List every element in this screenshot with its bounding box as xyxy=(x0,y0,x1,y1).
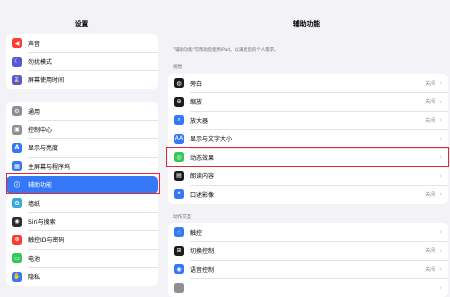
settings-sidebar: 设置 ◀ 声音 ☾ 勿扰模式 ⌛ 屏幕使用时间 ⚙ 通用 ▣ 控制中心 A 显示与亮度 ▦ 主屏幕与程序… xyxy=(0,0,164,284)
chevron-right-icon: › xyxy=(439,135,442,143)
accessibility-icon: ⓘ xyxy=(12,180,22,190)
settings-row-label: 朗读内容 xyxy=(190,171,435,180)
settings-row-voiceover[interactable]: ◍ 旁白关闭 › xyxy=(168,74,448,93)
settings-row-value: 关闭 xyxy=(425,117,435,124)
settings-row-label: 旁白 xyxy=(190,79,425,88)
motion-icon: ◎ xyxy=(174,152,184,162)
sidebar-item-fingerprint[interactable]: ⊛ 触控ID与密码 xyxy=(6,231,158,249)
sidebar-item-label: 隐私 xyxy=(28,272,158,281)
settings-row-label: 缩放 xyxy=(190,97,425,106)
settings-row-magnifier[interactable]: ⌕ 放大器关闭 › xyxy=(168,111,448,130)
sidebar-group-2: ⚙ 通用 ▣ 控制中心 A 显示与亮度 ▦ 主屏幕与程序坞 ⓘ 辅助功能 ✿ 墙纸 ◉ Siri与搜索 ⊛ 触… xyxy=(6,102,158,286)
sidebar-item-moon[interactable]: ☾ 勿扰模式 xyxy=(6,52,158,70)
sidebar-item-label: 电池 xyxy=(28,254,158,263)
chevron-right-icon: › xyxy=(439,190,442,198)
voiceover-icon: ◍ xyxy=(174,78,184,88)
sidebar-item-label: 主屏幕与程序坞 xyxy=(28,162,158,171)
sidebar-item-label: 勿扰模式 xyxy=(28,57,158,66)
sidebar-item-label: 屏幕使用时间 xyxy=(28,75,158,84)
extra-icon xyxy=(174,283,184,293)
settings-row-extra[interactable]: › xyxy=(168,279,448,297)
section-header-touch: 动作交互 xyxy=(173,214,191,220)
settings-row-audio-description[interactable]: ❝ 口述影像关闭 › xyxy=(168,185,448,204)
display-icon: A xyxy=(12,143,22,153)
sidebar-group-1: ◀ 声音 ☾ 勿扰模式 ⌛ 屏幕使用时间 xyxy=(6,34,158,89)
settings-row-zoom[interactable]: ⊕ 缩放关闭 › xyxy=(168,93,448,112)
settings-row-value: 关闭 xyxy=(425,80,435,87)
chevron-right-icon: › xyxy=(439,116,442,124)
speaker-icon: ◀ xyxy=(12,38,22,48)
home-screen-icon: ▦ xyxy=(12,161,22,171)
accessibility-panel: 辅助功能 "辅助功能"可帮助您使用iPad。以满足您的个人需求。 视觉 ◍旁白关… xyxy=(163,0,450,284)
sidebar-item-label: 通用 xyxy=(28,107,158,116)
touch-group: ☝触控›⊞切换控制关闭›◉语音控制关闭›› xyxy=(168,223,448,297)
spoken-content-icon: ▤ xyxy=(174,171,184,181)
settings-row-label: 口述影像 xyxy=(190,190,425,199)
siri-icon: ◉ xyxy=(12,217,22,227)
sidebar-title: 设置 xyxy=(0,18,163,28)
settings-row-spoken-content[interactable]: ▤ 朗读内容 › xyxy=(168,167,448,186)
zoom-icon: ⊕ xyxy=(174,97,184,107)
chevron-right-icon: › xyxy=(439,153,442,161)
settings-row-value: 关闭 xyxy=(425,266,435,273)
sidebar-item-label: 辅助功能 xyxy=(28,180,158,189)
sidebar-item-hourglass[interactable]: ⌛ 屏幕使用时间 xyxy=(6,71,158,89)
magnifier-icon: ⌕ xyxy=(174,115,184,125)
sidebar-item-label: Siri与搜索 xyxy=(28,217,158,226)
settings-row-label: 语音控制 xyxy=(190,265,425,274)
control-center-icon: ▣ xyxy=(12,125,22,135)
section-header-vision: 视觉 xyxy=(173,64,182,70)
sidebar-item-speaker[interactable]: ◀ 声音 xyxy=(6,34,158,52)
sidebar-item-control-center[interactable]: ▣ 控制中心 xyxy=(6,120,158,138)
chevron-right-icon: › xyxy=(439,172,442,180)
settings-row-voice-control[interactable]: ◉ 语音控制关闭 › xyxy=(168,260,448,279)
settings-row-touch[interactable]: ☝ 触控 › xyxy=(168,223,448,242)
sidebar-item-hand[interactable]: ✋ 隐私 xyxy=(6,268,158,286)
hourglass-icon: ⌛ xyxy=(12,75,22,85)
settings-row-value: 关闭 xyxy=(425,247,435,254)
text-size-icon: AA xyxy=(174,134,184,144)
chevron-right-icon: › xyxy=(439,284,442,292)
sidebar-item-label: 声音 xyxy=(28,39,158,48)
moon-icon: ☾ xyxy=(12,57,22,67)
settings-row-text-size[interactable]: AA 显示与文字大小 › xyxy=(168,130,448,149)
page-description: "辅助功能"可帮助您使用iPad。以满足您的个人需求。 xyxy=(173,47,443,53)
gear-icon: ⚙ xyxy=(12,106,22,116)
settings-row-label: 切换控制 xyxy=(190,246,425,255)
settings-row-motion[interactable]: ◎ 动态效果 › xyxy=(168,148,448,167)
hand-icon: ✋ xyxy=(12,272,22,282)
chevron-right-icon: › xyxy=(439,265,442,273)
audio-description-icon: ❝ xyxy=(174,189,184,199)
sidebar-item-label: 触控ID与密码 xyxy=(28,235,158,244)
sidebar-item-siri[interactable]: ◉ Siri与搜索 xyxy=(6,212,158,230)
chevron-right-icon: › xyxy=(439,79,442,87)
settings-row-label: 显示与文字大小 xyxy=(190,134,435,143)
chevron-right-icon: › xyxy=(439,247,442,255)
sidebar-item-home-screen[interactable]: ▦ 主屏幕与程序坞 xyxy=(6,157,158,175)
settings-row-label: 动态效果 xyxy=(190,153,435,162)
sidebar-item-label: 显示与亮度 xyxy=(28,143,158,152)
fingerprint-icon: ⊛ xyxy=(12,235,22,245)
wallpaper-icon: ✿ xyxy=(12,198,22,208)
sidebar-item-gear[interactable]: ⚙ 通用 xyxy=(6,102,158,120)
sidebar-item-battery[interactable]: ▭ 电池 xyxy=(6,249,158,267)
sidebar-item-display[interactable]: A 显示与亮度 xyxy=(6,139,158,157)
voice-control-icon: ◉ xyxy=(174,264,184,274)
switch-control-icon: ⊞ xyxy=(174,246,184,256)
settings-row-value: 关闭 xyxy=(425,191,435,198)
settings-row-label: 触控 xyxy=(190,228,435,237)
page-title: 辅助功能 xyxy=(163,18,450,28)
chevron-right-icon: › xyxy=(439,98,442,106)
chevron-right-icon: › xyxy=(439,228,442,236)
settings-row-value: 关闭 xyxy=(425,98,435,105)
vision-group: ◍旁白关闭›⊕缩放关闭›⌕放大器关闭›AA显示与文字大小›◎动态效果›▤朗读内容… xyxy=(168,74,448,204)
sidebar-item-label: 控制中心 xyxy=(28,125,158,134)
sidebar-item-accessibility[interactable]: ⓘ 辅助功能 xyxy=(6,176,158,194)
touch-icon: ☝ xyxy=(174,227,184,237)
sidebar-item-label: 墙纸 xyxy=(28,199,158,208)
battery-icon: ▭ xyxy=(12,253,22,263)
sidebar-item-wallpaper[interactable]: ✿ 墙纸 xyxy=(6,194,158,212)
settings-row-switch-control[interactable]: ⊞ 切换控制关闭 › xyxy=(168,242,448,261)
settings-row-label: 放大器 xyxy=(190,116,425,125)
